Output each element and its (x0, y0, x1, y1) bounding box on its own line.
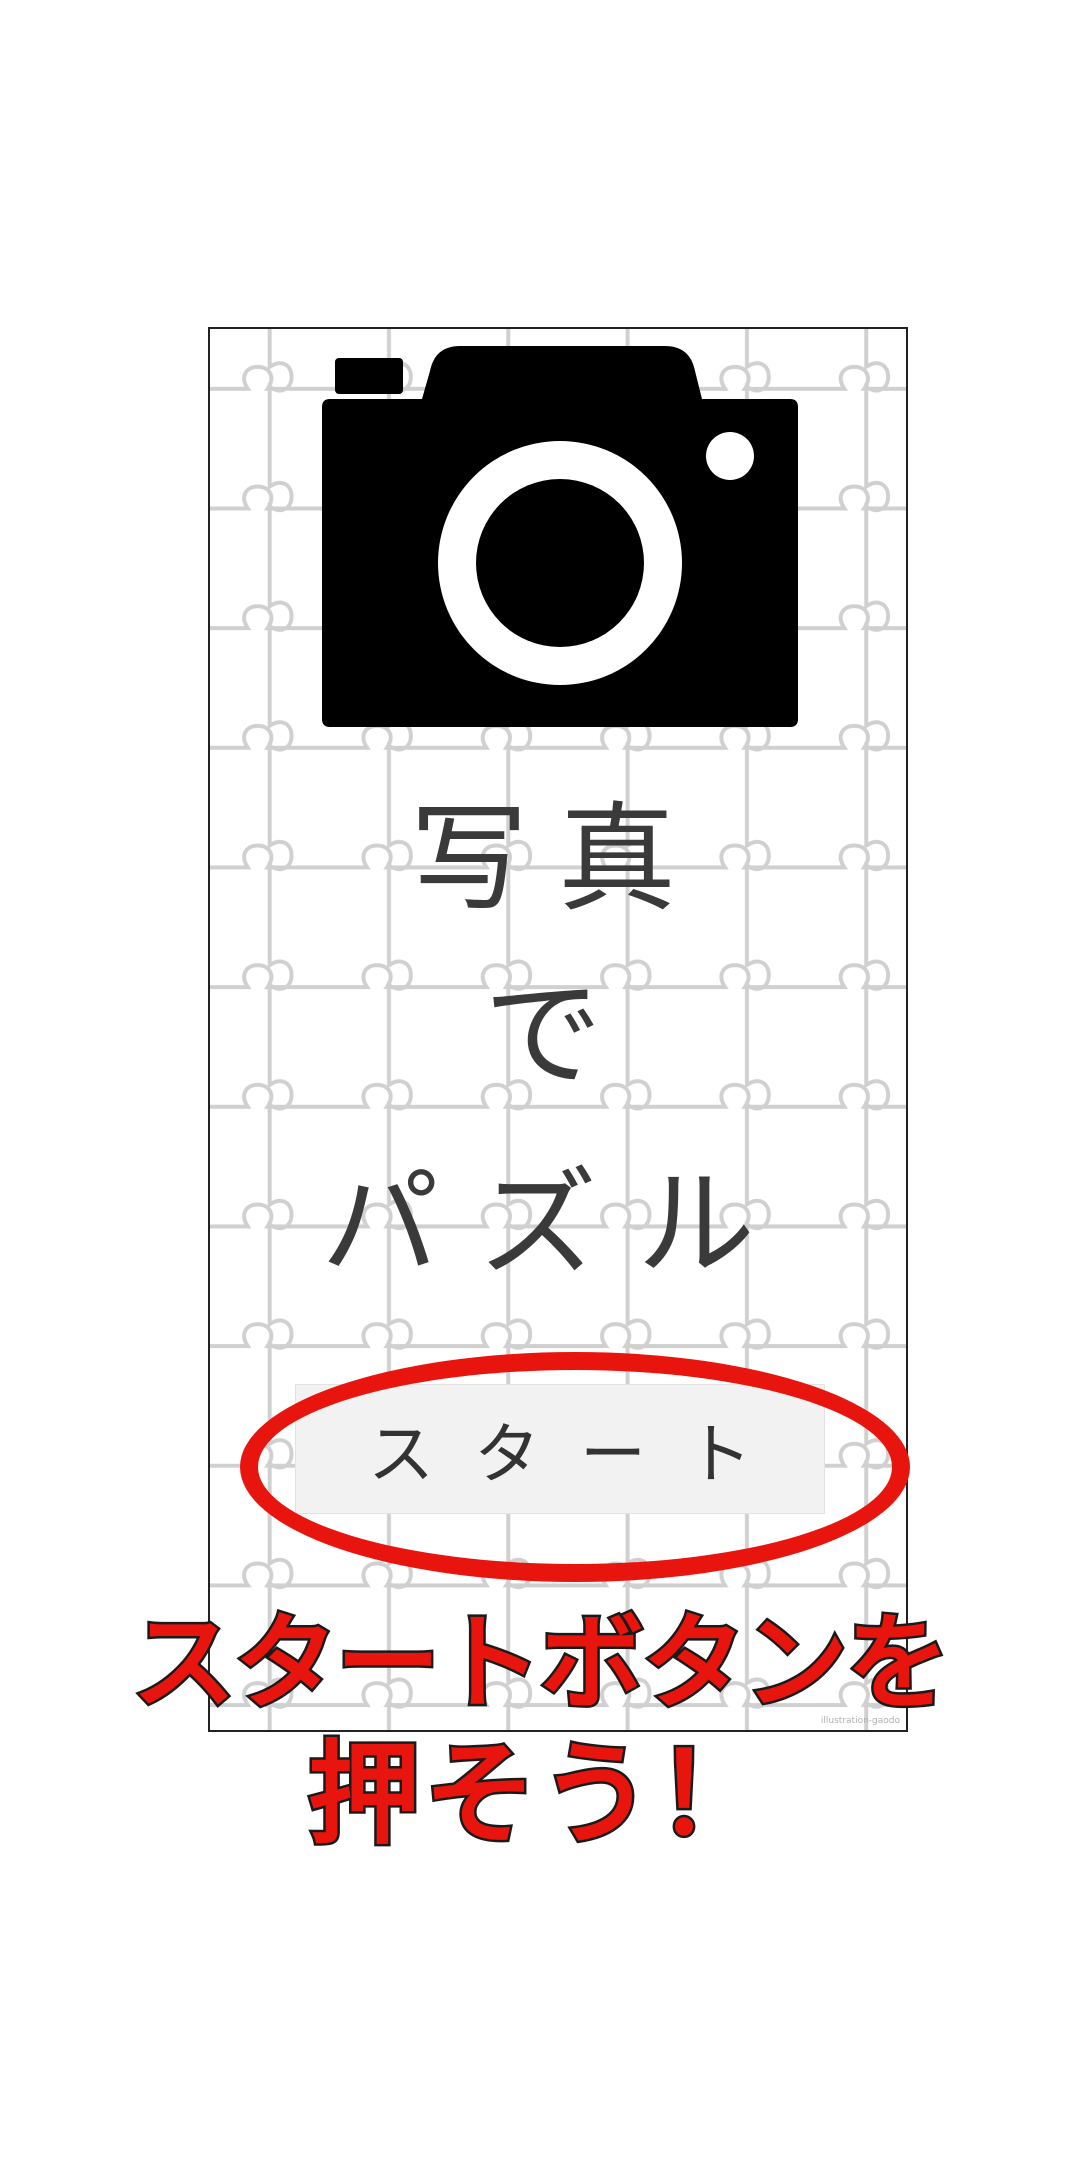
instruction-caption-line-2: 押そう！ (306, 1728, 772, 1863)
title-line-2: で (483, 965, 632, 1103)
title-line-3: パズル (320, 1155, 795, 1293)
instruction-caption-line-1: スタートボタンを (129, 1600, 952, 1727)
highlight-ellipse (240, 1352, 910, 1582)
camera-icon (322, 346, 798, 727)
title-line-1: 写真 (409, 790, 706, 928)
tutorial-page: 写真 で パズル スタート illustration-gaodo スタートボタン… (0, 0, 1080, 2160)
